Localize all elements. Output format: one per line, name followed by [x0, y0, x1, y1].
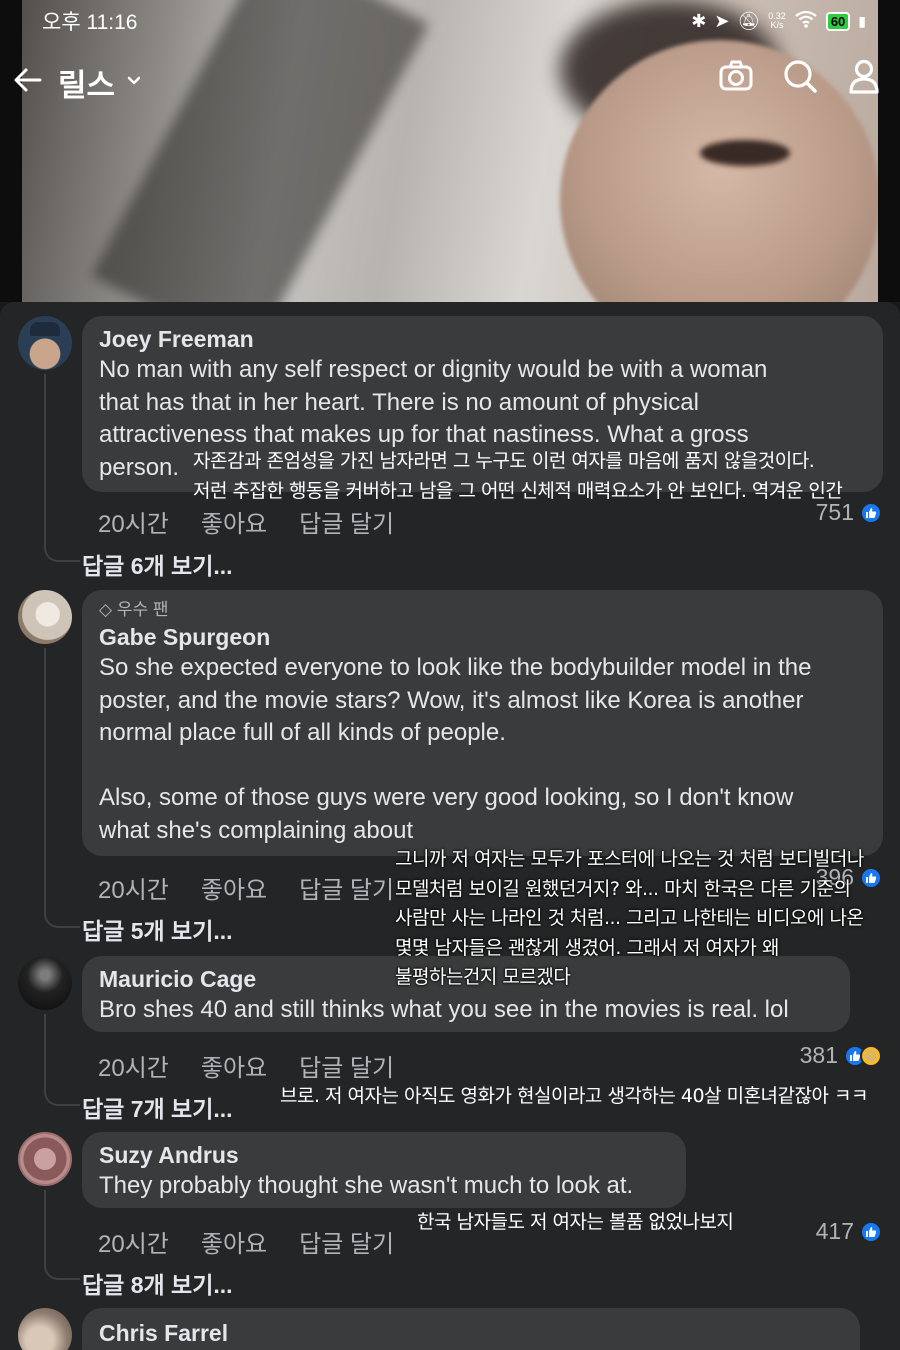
- avatar[interactable]: [18, 1132, 72, 1186]
- view-replies-link[interactable]: 답글 6개 보기...: [82, 547, 233, 581]
- reply-thread-line: [44, 374, 80, 562]
- comment-actions: 20시간 좋아요 답글 달기: [98, 1048, 426, 1083]
- diamond-icon: ◇: [99, 600, 113, 619]
- reaction-count[interactable]: 417: [816, 1218, 882, 1245]
- profile-icon[interactable]: [846, 58, 882, 99]
- reaction-number: 381: [799, 1042, 838, 1068]
- avatar[interactable]: [18, 590, 72, 644]
- comment-author[interactable]: Joey Freeman: [99, 324, 867, 354]
- like-button[interactable]: 좋아요: [201, 504, 267, 539]
- haha-icon: 😆︎: [860, 1044, 882, 1067]
- battery-indicator: 60: [825, 11, 851, 31]
- reaction-count[interactable]: 381 😆︎: [800, 1042, 882, 1069]
- search-icon[interactable]: [782, 58, 818, 99]
- net-speed: 0.32 K/s: [768, 11, 786, 30]
- reply-button[interactable]: 답글 달기: [299, 870, 394, 905]
- comment-time: 20시간: [98, 1055, 169, 1082]
- comment-time: 20시간: [98, 1231, 169, 1258]
- like-button[interactable]: 좋아요: [201, 870, 267, 905]
- reply-button[interactable]: 답글 달기: [299, 1048, 394, 1083]
- view-replies-link[interactable]: 답글 7개 보기...: [82, 1090, 233, 1124]
- video-shape: [91, 0, 429, 302]
- reel-video[interactable]: [0, 0, 900, 302]
- comment-author[interactable]: Chris Farrel: [99, 1318, 844, 1348]
- reply-thread-line: [44, 648, 80, 928]
- mute-icon: 🔕︎: [737, 10, 761, 31]
- fan-badge: ◇ 우수 팬: [99, 598, 867, 622]
- comment-time: 20시간: [98, 511, 169, 538]
- translation-overlay: 그니까 저 여자는 모두가 포스터에 나오는 것 처럼 보디빌더나 모델처럼 보…: [395, 848, 864, 988]
- bluetooth-icon: ✱: [691, 10, 707, 31]
- translation-overlay: 한국 남자들도 저 여자는 볼품 없었나보지: [417, 1211, 734, 1233]
- reaction-number: 417: [815, 1218, 854, 1244]
- comment-author[interactable]: Suzy Andrus: [99, 1140, 670, 1170]
- badge-label: 우수 팬: [116, 600, 169, 619]
- comment-author[interactable]: Gabe Spurgeon: [99, 622, 867, 652]
- video-shape: [700, 140, 790, 166]
- like-icon: [860, 1220, 882, 1243]
- comment-actions: 20시간 좋아요 답글 달기: [98, 504, 426, 539]
- view-replies-link[interactable]: 답글 8개 보기...: [82, 1266, 233, 1300]
- comment-bubble: ◇ 우수 팬 Gabe Spurgeon So she expected eve…: [82, 590, 883, 856]
- comment-actions: 20시간 좋아요 답글 달기: [98, 1224, 426, 1259]
- translation-overlay: 자존감과 존엄성을 가진 남자라면 그 누구도 이런 여자를 마음에 품지 않을…: [193, 450, 843, 502]
- chevron-down-icon[interactable]: [125, 71, 143, 94]
- back-arrow-icon[interactable]: [12, 64, 44, 101]
- reply-button[interactable]: 답글 달기: [299, 504, 394, 539]
- avatar[interactable]: [18, 956, 72, 1010]
- comment-text: Bro shes 40 and still thinks what you se…: [99, 996, 789, 1023]
- avatar[interactable]: [18, 316, 72, 370]
- translation-overlay: 브로. 저 여자는 아직도 영화가 현실이라고 생각하는 40살 미혼녀같잖아 …: [280, 1085, 868, 1107]
- comment-actions: 20시간 좋아요 답글 달기: [98, 870, 426, 905]
- status-icons: ✱ ➤ 🔕︎ 0.32 K/s 60 ▮: [691, 6, 866, 36]
- comment-bubble: Suzy Andrus They probably thought she wa…: [82, 1132, 686, 1208]
- view-replies-link[interactable]: 답글 5개 보기...: [82, 912, 233, 946]
- reply-thread-line: [44, 1190, 80, 1280]
- reply-thread-line: [44, 1014, 80, 1106]
- comment-bubble: Chris Farrel: [82, 1308, 860, 1350]
- charging-icon: ▮: [858, 12, 866, 29]
- status-time: 오후 11:16: [42, 11, 138, 34]
- reply-button[interactable]: 답글 달기: [299, 1224, 394, 1259]
- wifi-icon: [794, 9, 818, 34]
- avatar[interactable]: [18, 1308, 72, 1350]
- like-button[interactable]: 좋아요: [201, 1224, 267, 1259]
- location-icon: ➤: [714, 10, 730, 31]
- like-button[interactable]: 좋아요: [201, 1048, 267, 1083]
- camera-icon[interactable]: [718, 58, 754, 99]
- comment-time: 20시간: [98, 877, 169, 904]
- comment-text: They probably thought she wasn't much to…: [99, 1172, 634, 1199]
- comment-text: So she expected everyone to look like th…: [99, 654, 812, 844]
- reels-title[interactable]: 릴스: [58, 60, 115, 105]
- like-icon: [860, 501, 882, 524]
